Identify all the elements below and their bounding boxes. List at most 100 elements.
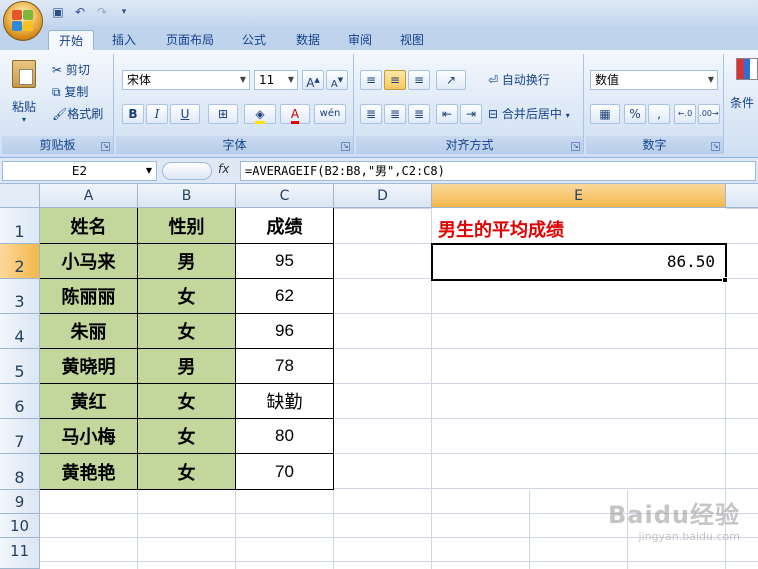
clipboard-launcher-icon[interactable]: ↘ (101, 142, 110, 151)
table-cell[interactable]: 80 (236, 419, 334, 454)
undo-icon[interactable]: ↶ (72, 4, 88, 20)
italic-button[interactable]: I (146, 104, 168, 124)
merge-center-button[interactable]: ⊟ 合并后居中 ▾ (488, 104, 570, 124)
table-cell[interactable]: 缺勤 (236, 384, 334, 419)
wrap-text-button[interactable]: ⏎ 自动换行 (488, 70, 550, 90)
shrink-font-button[interactable]: A▼ (326, 70, 348, 90)
column-header-e[interactable]: E (432, 184, 726, 208)
column-header-a[interactable]: A (40, 184, 138, 208)
customize-toolbar-icon[interactable]: ▾ (116, 4, 132, 20)
row-header[interactable]: 6 (0, 384, 40, 419)
underline-button[interactable]: U (170, 104, 200, 124)
fill-handle[interactable] (722, 277, 728, 283)
table-cell[interactable]: 男 (138, 244, 236, 279)
select-all-button[interactable] (0, 184, 40, 208)
insert-function-icon[interactable]: fx (218, 162, 229, 176)
row-header[interactable]: 7 (0, 419, 40, 454)
grow-font-button[interactable]: A▲ (302, 70, 324, 90)
align-left-icon[interactable]: ≣ (360, 104, 382, 124)
number-launcher-icon[interactable]: ↘ (711, 142, 720, 151)
table-cell[interactable]: 马小梅 (40, 419, 138, 454)
align-right-icon[interactable]: ≣ (408, 104, 430, 124)
table-cell[interactable]: 小马来 (40, 244, 138, 279)
increase-indent-icon[interactable]: ⇥ (460, 104, 482, 124)
font-name-combo[interactable]: 宋体 ▼ (122, 70, 250, 90)
font-color-button[interactable]: A (280, 104, 310, 124)
save-icon[interactable]: ▣ (50, 4, 66, 20)
bold-button[interactable]: B (122, 104, 144, 124)
currency-button[interactable]: ▦ (590, 104, 620, 124)
conditional-format-button[interactable]: 条件 (728, 58, 758, 128)
row-header[interactable]: 9 (0, 490, 40, 514)
decrease-indent-icon[interactable]: ⇤ (436, 104, 458, 124)
cut-button[interactable]: ✂ 剪切 (52, 60, 90, 80)
table-cell[interactable]: 男 (138, 349, 236, 384)
decrease-decimal-icon[interactable]: .00→ (698, 104, 720, 124)
name-box[interactable]: E2 ▼ (2, 161, 157, 181)
column-e-cells[interactable] (432, 279, 726, 490)
tab-data[interactable]: 数据 (286, 30, 330, 50)
font-launcher-icon[interactable]: ↘ (341, 142, 350, 151)
table-cell[interactable]: 黄晓明 (40, 349, 138, 384)
column-header-f[interactable] (726, 184, 758, 208)
table-cell[interactable]: 黄红 (40, 384, 138, 419)
tab-insert[interactable]: 插入 (102, 30, 146, 50)
column-d-cells[interactable] (334, 208, 432, 490)
column-header-b[interactable]: B (138, 184, 236, 208)
borders-button[interactable]: ⊞ (208, 104, 238, 124)
tab-home[interactable]: 开始 (48, 30, 95, 50)
fill-color-button[interactable]: ◈ (244, 104, 276, 124)
align-center-icon[interactable]: ≣ (384, 104, 406, 124)
table-cell[interactable]: 陈丽丽 (40, 279, 138, 314)
table-cell[interactable]: 78 (236, 349, 334, 384)
table-cell[interactable]: 70 (236, 454, 334, 490)
row-header[interactable]: 8 (0, 454, 40, 490)
align-middle-icon[interactable]: ≡ (384, 70, 406, 90)
row-header[interactable]: 10 (0, 514, 40, 538)
row-header[interactable]: 1 (0, 208, 40, 244)
table-cell[interactable]: 女 (138, 314, 236, 349)
format-painter-button[interactable]: 🖌格式刷 (52, 104, 103, 124)
table-cell[interactable]: 62 (236, 279, 334, 314)
alignment-launcher-icon[interactable]: ↘ (571, 142, 580, 151)
tab-page-layout[interactable]: 页面布局 (156, 30, 224, 50)
table-header-cell[interactable]: 姓名 (40, 208, 138, 244)
paste-button[interactable]: 粘贴 ▾ (8, 58, 40, 128)
increase-decimal-icon[interactable]: ←.0 (674, 104, 696, 124)
row-header[interactable]: 11 (0, 538, 40, 569)
table-cell[interactable]: 96 (236, 314, 334, 349)
formula-bar-toggle[interactable] (162, 162, 212, 180)
table-header-cell[interactable]: 性别 (138, 208, 236, 244)
office-button[interactable] (3, 1, 43, 41)
redo-icon[interactable]: ↷ (94, 4, 110, 20)
phonetic-button[interactable]: wén (314, 104, 346, 124)
tab-review[interactable]: 审阅 (338, 30, 382, 50)
table-cell[interactable]: 女 (138, 419, 236, 454)
comma-button[interactable]: , (648, 104, 670, 124)
row-header[interactable]: 4 (0, 314, 40, 349)
row-header[interactable]: 2 (0, 244, 40, 279)
table-cell[interactable]: 女 (138, 279, 236, 314)
column-header-d[interactable]: D (334, 184, 432, 208)
align-top-icon[interactable]: ≡ (360, 70, 382, 90)
table-cell[interactable]: 95 (236, 244, 334, 279)
table-cell[interactable]: 黄艳艳 (40, 454, 138, 490)
tab-view[interactable]: 视图 (390, 30, 434, 50)
row-header[interactable]: 3 (0, 279, 40, 314)
copy-button[interactable]: ⧉ 复制 (52, 82, 88, 102)
formula-input[interactable]: =AVERAGEIF(B2:B8,"男",C2:C8) (240, 161, 756, 181)
active-cell-e2[interactable]: 86.50 (431, 243, 727, 281)
result-title[interactable]: 男生的平均成绩 (438, 216, 564, 242)
tab-formulas[interactable]: 公式 (232, 30, 276, 50)
orientation-icon[interactable]: ↗ (436, 70, 466, 90)
table-cell[interactable]: 女 (138, 384, 236, 419)
percent-button[interactable]: % (624, 104, 646, 124)
row-header[interactable]: 5 (0, 349, 40, 384)
table-cell[interactable]: 朱丽 (40, 314, 138, 349)
number-format-combo[interactable]: 数值 ▼ (590, 70, 718, 90)
column-header-c[interactable]: C (236, 184, 334, 208)
column-f-cells[interactable] (726, 208, 758, 490)
table-cell[interactable]: 女 (138, 454, 236, 490)
align-bottom-icon[interactable]: ≡ (408, 70, 430, 90)
table-header-cell[interactable]: 成绩 (236, 208, 334, 244)
